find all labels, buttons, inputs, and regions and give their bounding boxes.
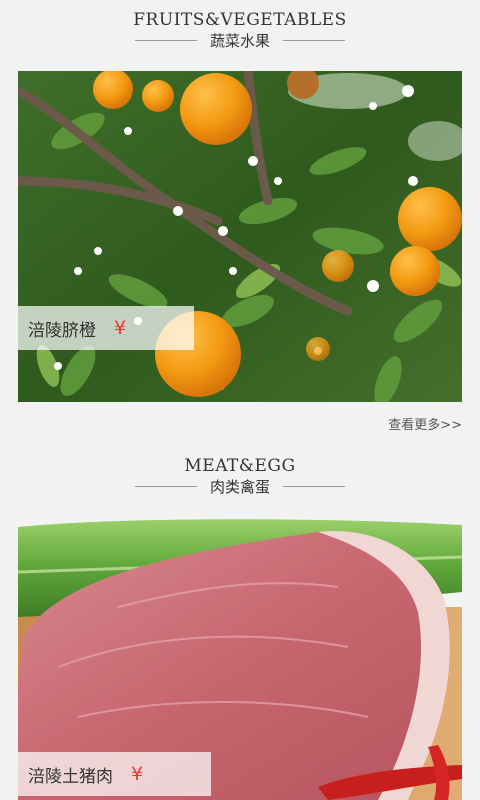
product-name: 涪陵脐橙 — [28, 320, 96, 341]
title-divider-left — [135, 486, 197, 487]
meat-section-header: MEAT&EGG 肉类禽蛋 — [0, 456, 480, 497]
product-label-pork[interactable]: 涪陵土猪肉 ¥ — [18, 752, 211, 796]
product-card-pork[interactable]: 涪陵土猪肉 ¥ — [18, 517, 462, 800]
title-divider-right — [283, 486, 345, 487]
price-symbol: ¥ — [131, 763, 144, 785]
product-card-orange[interactable]: 涪陵脐橙 ¥ — [18, 71, 462, 402]
section-title-cn: 肉类禽蛋 — [209, 478, 270, 496]
title-divider-right — [283, 40, 345, 41]
section-title-en: MEAT&EGG — [184, 456, 296, 476]
price-symbol: ¥ — [114, 317, 127, 339]
title-divider-left — [135, 40, 197, 41]
section-title-cn: 蔬菜水果 — [209, 32, 270, 50]
product-name: 涪陵土猪肉 — [28, 766, 113, 787]
section-title-en: FRUITS&VEGETABLES — [133, 10, 347, 30]
see-more-link[interactable]: 查看更多>> — [388, 414, 462, 433]
orange-tree-image — [18, 71, 462, 402]
fruits-section-header: FRUITS&VEGETABLES 蔬菜水果 — [0, 10, 480, 51]
product-label-orange[interactable]: 涪陵脐橙 ¥ — [18, 306, 194, 350]
